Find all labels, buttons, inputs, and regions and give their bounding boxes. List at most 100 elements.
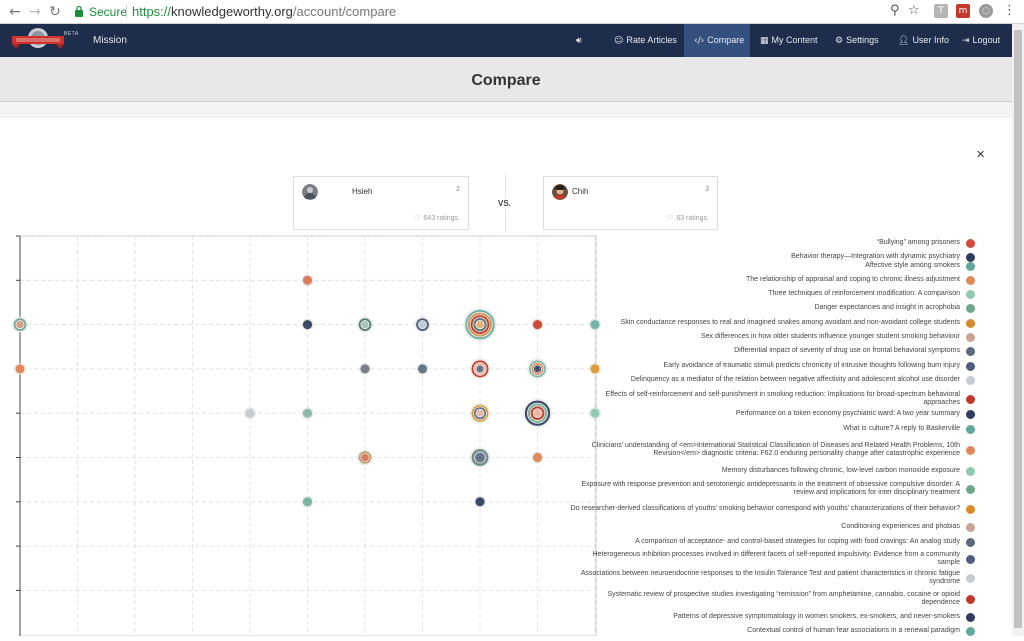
scatter-point <box>474 496 486 508</box>
url-text[interactable]: https://knowledgeworthy.org/account/comp… <box>132 4 396 19</box>
article-count: 2 <box>456 186 460 193</box>
legend-item[interactable]: Memory disturbances following chronic, l… <box>570 461 975 481</box>
point-ring <box>302 320 313 330</box>
legend-swatch <box>966 537 975 547</box>
point-ring <box>15 364 25 374</box>
point-ring <box>475 364 485 374</box>
zoom-icon[interactable]: ⚲ <box>890 3 900 19</box>
nav-my-content-label: My Content <box>771 35 818 45</box>
avatar <box>302 184 318 200</box>
legend-label: A comparison of acceptance- and control-… <box>635 538 960 545</box>
nav-my-content[interactable]: ▦ My Content <box>760 24 818 57</box>
point-ring <box>532 320 543 330</box>
scatter-point <box>14 363 26 375</box>
scatter-point <box>416 363 429 375</box>
nav-compare[interactable]: ‹/› Compare <box>684 24 750 57</box>
legend-label: What is culture? A reply to Baskerville <box>843 425 960 432</box>
page-title: Compare <box>471 72 541 89</box>
scatter-point <box>414 316 431 333</box>
extension-t-icon[interactable]: T <box>934 4 948 18</box>
legend-item[interactable]: Heterogeneous inhibition processes invol… <box>570 549 975 569</box>
legend-label: The relationship of appraisal and coping… <box>745 276 960 283</box>
point-ring <box>475 319 485 330</box>
legend-swatch <box>966 573 975 583</box>
scatter-point <box>531 318 544 331</box>
scatter-point <box>523 399 552 428</box>
legend-label: Danger expectancies and insight in acrop… <box>814 304 960 311</box>
point-ring <box>360 453 370 462</box>
address-bar[interactable]: Secure https://knowledgeworthy.org/accou… <box>68 2 934 22</box>
scatter-point <box>359 363 371 375</box>
legend-label: Three techniques of reinforcement modifi… <box>768 290 960 297</box>
extension-cup-icon[interactable]: ◌ <box>979 4 993 18</box>
point-ring <box>302 497 313 507</box>
reload-icon[interactable]: ↻ <box>46 3 64 21</box>
speaker-icon[interactable]: 🔊︎ <box>576 24 585 57</box>
legend-swatch <box>966 346 975 356</box>
legend-swatch <box>966 303 975 313</box>
nav-rate-articles-label: Rate Articles <box>626 35 677 45</box>
legend-swatch <box>966 484 975 494</box>
chart-legend: “Bullying” among prisoners Behavior thera… <box>560 232 975 636</box>
nav-compare-label: Compare <box>707 35 745 45</box>
nav-mission[interactable]: Mission <box>93 35 127 46</box>
scatter-point <box>357 316 373 333</box>
legend-label: Delinquency as a mediator of the relatio… <box>630 376 960 383</box>
bookmark-star-icon[interactable]: ☆ <box>908 3 920 19</box>
point-ring <box>360 320 370 330</box>
back-icon[interactable]: ← <box>6 3 24 21</box>
scrollbar-thumb[interactable] <box>1014 30 1022 628</box>
nav-rate-articles[interactable]: ☺ Rate Articles <box>614 24 677 57</box>
scatter-point <box>470 447 490 468</box>
page-header: Compare <box>0 57 1012 102</box>
extension-m-icon[interactable]: m <box>956 4 970 18</box>
legend-item[interactable]: Clinicians’ understanding of <em>Interna… <box>570 440 975 460</box>
point-ring <box>532 452 543 463</box>
legend-label: Do researcher-derived classifications of… <box>570 505 960 512</box>
url-separator <box>126 5 127 18</box>
point-ring <box>302 408 313 418</box>
compare-card-left[interactable]: Hsieh 2 ♡ 643 ratings. <box>293 176 469 230</box>
vertical-scrollbar[interactable] <box>1012 24 1024 636</box>
nav-logout[interactable]: ⇥ Logout <box>962 24 1000 57</box>
point-ring <box>418 320 427 330</box>
url-path: /account/compare <box>292 4 397 19</box>
legend-item[interactable]: Do researcher-derived classifications of… <box>570 499 975 519</box>
legend-swatch <box>966 394 975 404</box>
user-name: Chih <box>572 187 589 196</box>
legend-swatch <box>966 594 975 604</box>
scatter-point <box>463 308 497 341</box>
point-ring <box>533 364 542 374</box>
compare-card-right[interactable]: Chih 3 ♡ 63 ratings. <box>543 176 718 230</box>
legend-item[interactable]: Exposure with response prevention and se… <box>570 479 975 499</box>
point-ring <box>360 364 370 374</box>
legend-label: Systematic review of prospective studies… <box>607 591 961 606</box>
legend-swatch <box>966 504 975 514</box>
point-ring <box>475 497 485 507</box>
menu-kebab-icon[interactable]: ⋮ <box>1003 3 1016 19</box>
legend-label: Skin conductance responses to real and i… <box>620 319 960 326</box>
legend-item[interactable]: What is culture? A reply to Baskerville <box>570 419 975 439</box>
legend-label: Conditioning experiences and phobias <box>841 523 960 530</box>
close-icon[interactable]: ✕ <box>976 148 985 161</box>
plot-frame <box>19 235 597 636</box>
point-ring <box>245 408 255 418</box>
vs-label: VS. <box>498 198 511 209</box>
legend-label: “Bullying” among prisoners <box>876 239 960 246</box>
scatter-point <box>301 274 314 286</box>
secure-label: Secure <box>89 5 128 19</box>
legend-item[interactable]: Delinquency as a mediator of the relatio… <box>570 370 975 390</box>
legend-item[interactable]: Systematic review of prospective studies… <box>570 589 975 609</box>
browser-toolbar: ← → ↻ Secure https://knowledgeworthy.org… <box>0 0 1024 24</box>
legend-swatch <box>966 626 975 636</box>
legend-item[interactable]: Contextual control of human fear associa… <box>570 621 975 641</box>
scatter-point <box>470 403 490 424</box>
legend-item[interactable]: Associations between neuroendocrine resp… <box>570 568 975 588</box>
nav-user-info[interactable]: 👤︎ User Info <box>898 24 949 57</box>
legend-label: Heterogeneous inhibition processes invol… <box>592 551 960 566</box>
forward-icon[interactable]: → <box>26 3 44 21</box>
knowledge-worthy-logo[interactable] <box>10 27 66 53</box>
legend-swatch <box>966 554 975 564</box>
nav-settings[interactable]: ⚙ Settings <box>835 24 879 57</box>
beta-badge: BETA <box>64 31 79 37</box>
